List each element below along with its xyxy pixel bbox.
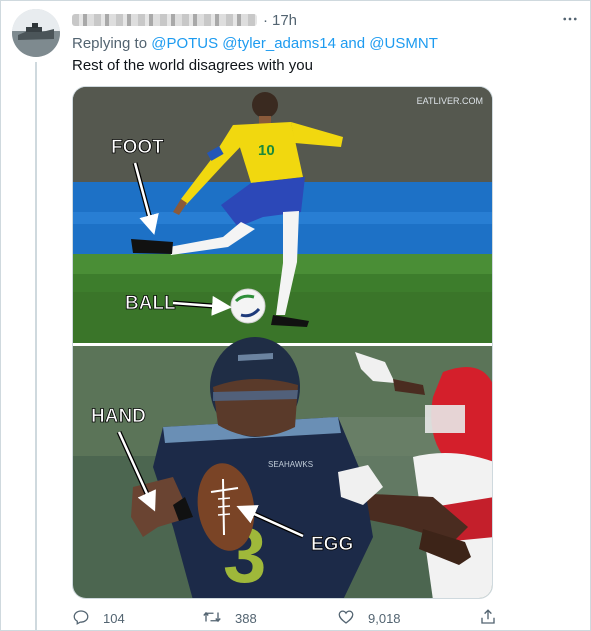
like-button[interactable]: 9,018	[337, 608, 401, 629]
like-count: 9,018	[368, 611, 401, 626]
retweet-icon	[202, 608, 235, 629]
mention-link[interactable]: @POTUS	[151, 35, 218, 52]
tweet-media[interactable]: EATLIVER.COM 10 FOOT BALL 3 SEAHAWKS HAN…	[72, 86, 493, 599]
share-button[interactable]	[479, 608, 510, 629]
retweet-count: 388	[235, 611, 257, 626]
like-icon	[337, 608, 368, 629]
retweet-button[interactable]: 388	[202, 608, 257, 629]
reply-count: 104	[103, 611, 125, 626]
replying-to-line: Replying to @POTUS @tyler_adams14 and @U…	[72, 35, 438, 52]
more-button[interactable]	[559, 10, 581, 32]
blurred-author-name[interactable]	[72, 14, 257, 26]
panel-divider	[73, 343, 492, 346]
label-egg: EGG	[311, 534, 353, 555]
label-foot: FOOT	[111, 137, 164, 158]
bottom-panel: 3 SEAHAWKS HAND EGG	[73, 337, 492, 598]
reply-button[interactable]: 104	[72, 608, 125, 629]
share-icon	[479, 608, 510, 629]
soccer-ball	[230, 288, 266, 324]
replying-to-prefix: Replying to	[72, 35, 148, 52]
mention-link[interactable]: @USMNT	[369, 35, 438, 52]
label-hand: HAND	[91, 406, 146, 427]
mention-link[interactable]: @tyler_adams14	[222, 35, 336, 52]
label-ball: BALL	[125, 293, 176, 314]
reply-icon	[72, 608, 103, 629]
team-wordmark: SEAHAWKS	[268, 460, 313, 469]
mention-and[interactable]: and	[340, 35, 365, 52]
more-icon	[561, 10, 579, 33]
top-panel: EATLIVER.COM 10 FOOT BALL	[73, 87, 492, 343]
tweet-text: Rest of the world disagrees with you	[72, 57, 313, 74]
thread-line	[35, 62, 37, 631]
tweet-header: · 17h	[72, 10, 297, 30]
watermark: EATLIVER.COM	[417, 96, 483, 106]
meme-image: EATLIVER.COM 10 FOOT BALL 3 SEAHAWKS HAN…	[73, 87, 492, 598]
soccer-jersey-number: 10	[258, 142, 275, 159]
separator-dot: ·	[263, 11, 268, 29]
tweet-timestamp[interactable]: 17h	[272, 12, 297, 29]
avatar[interactable]	[12, 9, 60, 57]
tweet-actions: 104 388 9,018	[72, 608, 502, 630]
